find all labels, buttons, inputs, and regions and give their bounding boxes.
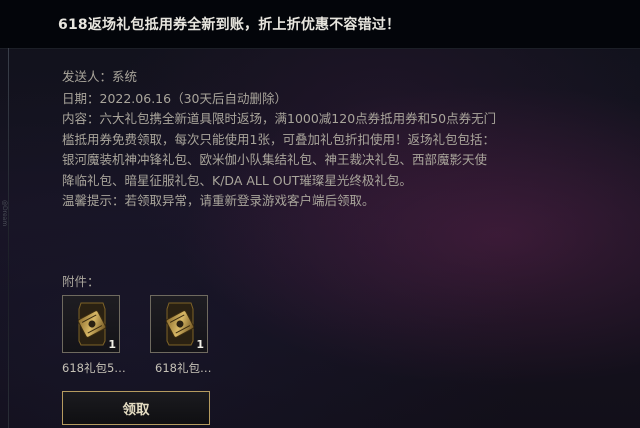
mail-content: 内容：六大礼包携全新道具限时返场，满1000减120点券抵用券和50点券无门 槛… [62, 109, 524, 212]
voucher-ticket-icon [165, 302, 195, 346]
attachment-name-2: 618礼包… [155, 361, 212, 375]
sender-line: 发送人：系统 [62, 69, 138, 84]
mail-title: 618返场礼包抵用券全新到账，折上折优惠不容错过！ [58, 17, 401, 33]
attachment-slot-1[interactable]: 1 [62, 295, 120, 353]
watermark-text: @Dream [1, 200, 8, 227]
panel-edge-divider [8, 48, 9, 428]
claim-button[interactable]: 领取 [62, 391, 210, 425]
content-line: 银河魔装机神冲锋礼包、欧米伽小队集结礼包、神王裁决礼包、西部魔影天使 [62, 152, 488, 167]
attachment-name-1: 618礼包5… [62, 361, 126, 375]
content-line: 降临礼包、暗星征服礼包、K/DA ALL OUT璀璨星光终极礼包。 [62, 172, 412, 188]
attachment-slot-2[interactable]: 1 [150, 295, 208, 353]
content-line: 槛抵用券免费领取，每次只能使用1张，可叠加礼包折扣使用！返场礼包包括： [62, 131, 495, 147]
date-line: 日期：2022.06.16（30天后自动删除） [62, 91, 287, 106]
content-line: 内容：六大礼包携全新道具限时返场，满1000减120点券抵用券和50点券无门 [62, 111, 497, 126]
mail-header: 618返场礼包抵用券全新到账，折上折优惠不容错过！ [0, 0, 640, 49]
voucher-ticket-icon [77, 302, 107, 346]
content-line: 温馨提示：若领取异常，请重新登录游戏客户端后领取。 [62, 193, 375, 208]
attachments-label: 附件： [62, 274, 100, 289]
item-count: 1 [196, 338, 204, 351]
item-count: 1 [108, 338, 116, 351]
